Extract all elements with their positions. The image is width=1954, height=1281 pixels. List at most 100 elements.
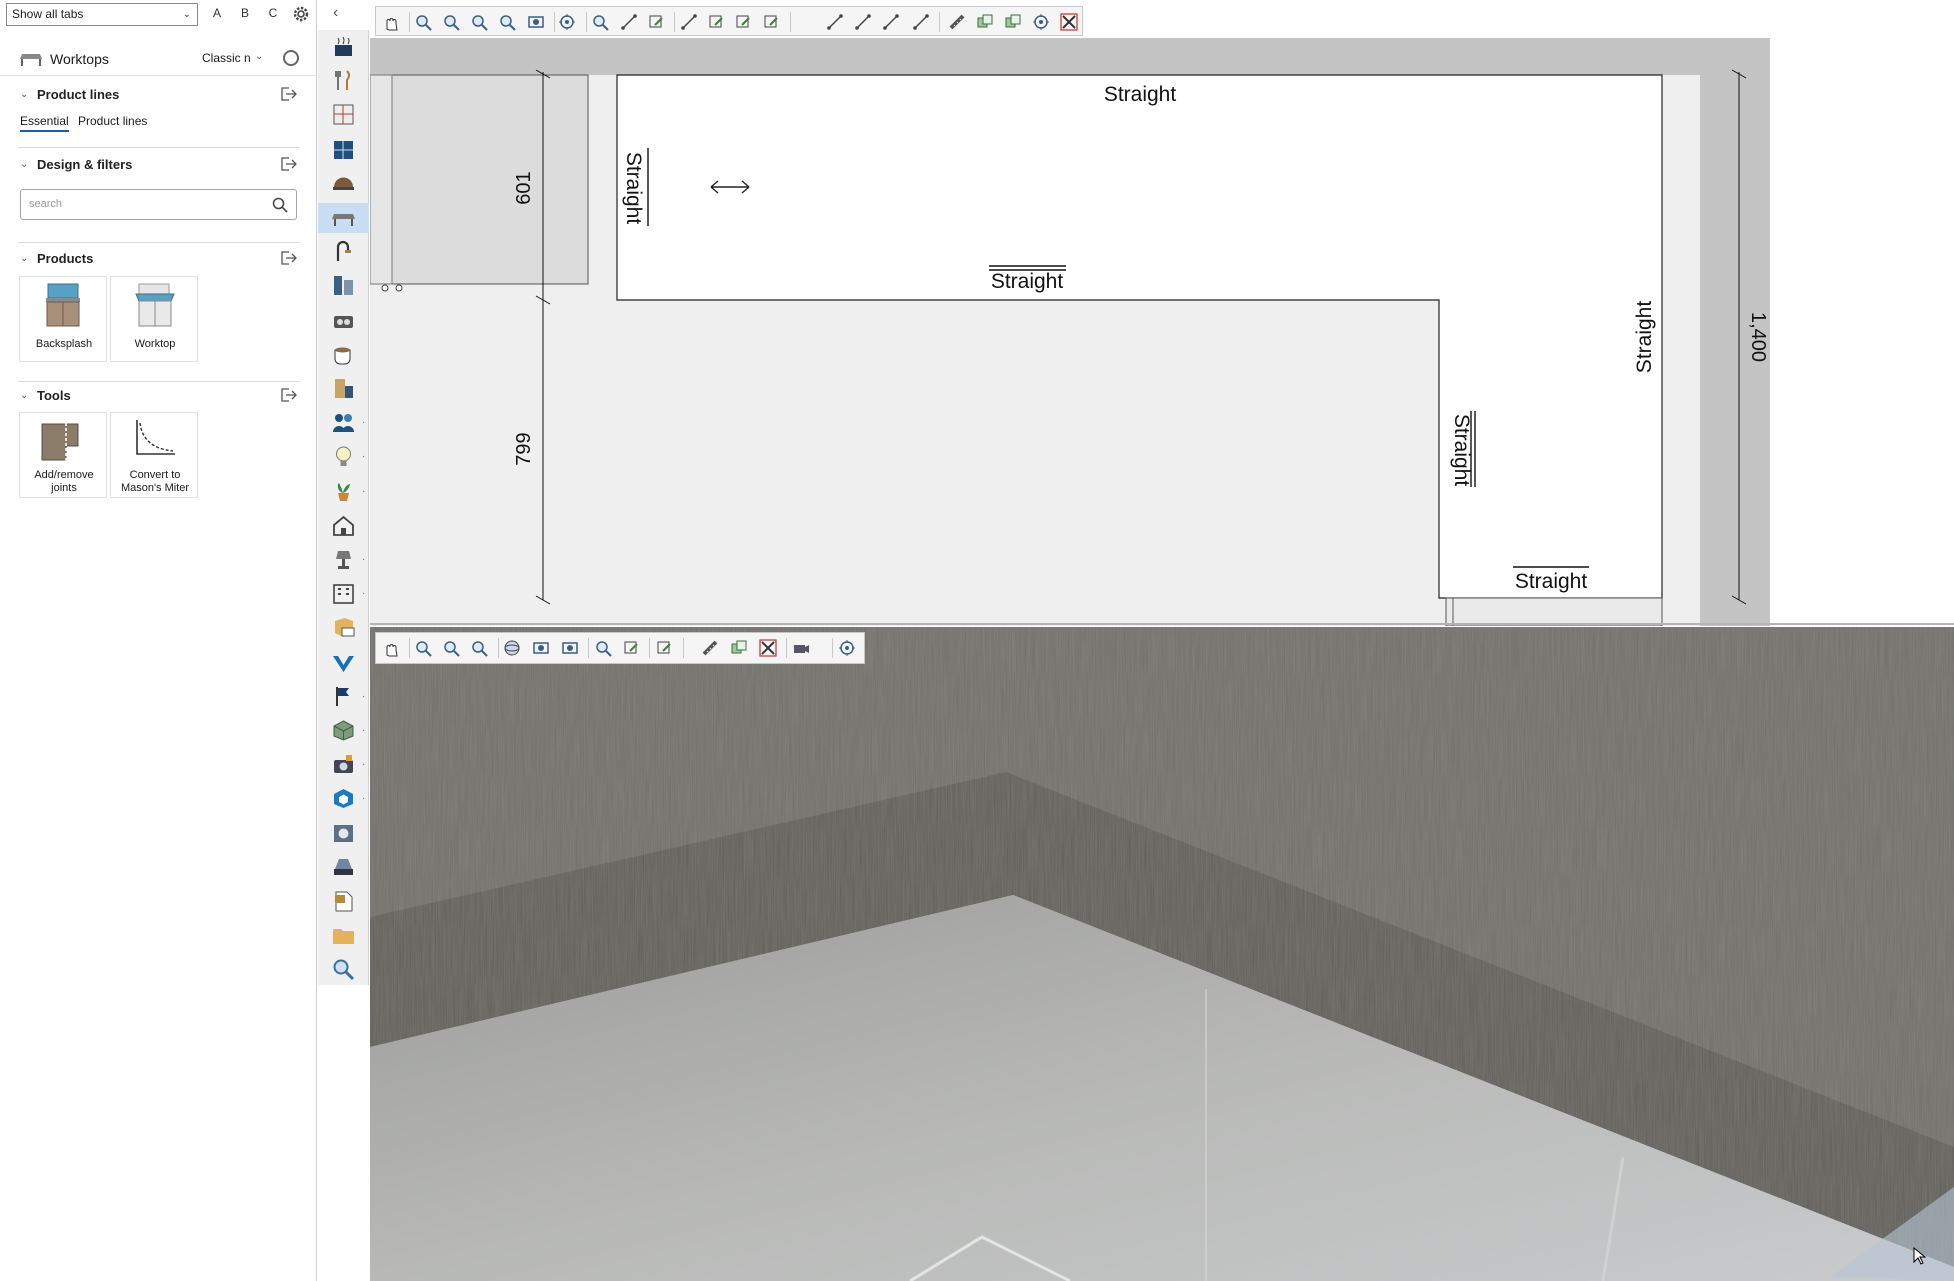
pan-icon[interactable] (382, 13, 400, 31)
gear-icon[interactable] (291, 4, 311, 24)
delete-icon[interactable] (759, 639, 777, 657)
draw-edit-icon[interactable] (734, 13, 752, 31)
zoom-window-icon[interactable] (498, 13, 516, 31)
camera-icon[interactable] (331, 752, 356, 777)
products-title[interactable]: Products (37, 251, 93, 266)
letter-a-button[interactable]: A (209, 6, 225, 20)
dimension-edit-icon[interactable] (655, 639, 673, 657)
lamp-icon[interactable] (331, 547, 356, 572)
tab-essential[interactable]: Essential (20, 114, 69, 132)
edge-label-inner-vertical[interactable]: Straight (1450, 414, 1473, 487)
tool-add-remove-joints[interactable]: Add/remove joints (19, 412, 107, 498)
draw-align-icon[interactable] (762, 13, 780, 31)
sketchup-icon[interactable] (331, 786, 356, 811)
copy-icon[interactable] (730, 639, 748, 657)
pan-icon[interactable] (382, 639, 400, 657)
people-icon[interactable] (331, 410, 356, 435)
zoom-out-icon[interactable] (442, 639, 460, 657)
utensils-icon[interactable] (331, 68, 356, 93)
orbit-icon[interactable] (503, 639, 521, 657)
frame-view-icon[interactable] (527, 13, 545, 31)
chevron-down-icon[interactable]: ⌄ (20, 89, 28, 100)
chevron-down-icon[interactable]: ⌄ (20, 159, 28, 170)
flag-icon[interactable] (331, 684, 356, 709)
measure-extend-icon[interactable] (912, 13, 930, 31)
dimension-1400[interactable]: 1,400 (1747, 312, 1769, 362)
plant-icon[interactable] (331, 479, 356, 504)
zoom-icon[interactable] (414, 639, 432, 657)
tools-title[interactable]: Tools (37, 388, 71, 403)
edge-label-top[interactable]: Straight (1104, 83, 1177, 106)
product-lines-title[interactable]: Product lines (37, 87, 119, 102)
dimension-799[interactable]: 799 (513, 432, 535, 465)
measure-line-icon[interactable] (826, 13, 844, 31)
zoom-icon[interactable] (414, 13, 432, 31)
target-icon[interactable] (283, 50, 299, 66)
cabinet-grid-icon[interactable] (331, 137, 356, 162)
select-edit-icon[interactable] (622, 639, 640, 657)
worktop-icon[interactable] (331, 205, 356, 230)
magnifier-icon[interactable] (331, 957, 356, 982)
search-icon[interactable] (272, 197, 288, 213)
letter-b-button[interactable]: B (237, 6, 253, 20)
pdf-doc-icon[interactable] (331, 889, 356, 914)
tab-product-lines[interactable]: Product lines (78, 114, 147, 128)
detach-icon[interactable] (280, 156, 298, 172)
stove-icon[interactable] (331, 34, 356, 59)
paste-icon[interactable] (1004, 13, 1022, 31)
house-icon[interactable] (331, 513, 356, 538)
ruler-icon[interactable] (701, 639, 719, 657)
dimension-601[interactable]: 601 (513, 171, 535, 204)
plan-view[interactable]: Straight Straight Straight Straight Stra… (370, 0, 1954, 626)
design-filters-title[interactable]: Design & filters (37, 157, 132, 172)
search-input[interactable]: search (20, 189, 297, 220)
tall-cabinet-icon[interactable] (331, 273, 356, 298)
snap-target-icon[interactable] (1032, 13, 1050, 31)
tab-filter-dropdown[interactable]: Show all tabs ⌄ (6, 3, 198, 26)
detach-icon[interactable] (280, 86, 298, 102)
delete-icon[interactable] (1060, 13, 1078, 31)
render-icon[interactable] (331, 821, 356, 846)
center-view-icon[interactable] (558, 13, 576, 31)
detach-icon[interactable] (280, 250, 298, 266)
folder-icon[interactable] (331, 923, 356, 948)
chevron-down-icon[interactable]: ⌄ (20, 390, 28, 401)
sink-bowl-icon[interactable] (331, 171, 356, 196)
wall-panel-icon[interactable] (331, 102, 356, 127)
letter-c-button[interactable]: C (265, 6, 281, 20)
select-zoom-icon[interactable] (594, 639, 612, 657)
ruler-icon[interactable] (948, 13, 966, 31)
detach-icon[interactable] (280, 387, 298, 403)
edge-label-left[interactable]: Straight (622, 152, 645, 225)
coffee-cup-icon[interactable] (331, 342, 356, 367)
cube-icon[interactable] (331, 718, 356, 743)
appliance-icon[interactable] (331, 308, 356, 333)
select-edit-icon[interactable] (647, 13, 665, 31)
edge-label-right[interactable]: Straight (1633, 301, 1656, 374)
camera-icon[interactable] (792, 639, 810, 657)
frame-view-icon[interactable] (532, 639, 550, 657)
zoom-extents-icon[interactable] (470, 639, 488, 657)
faucet-icon[interactable] (331, 239, 356, 264)
select-zoom-icon[interactable] (591, 13, 609, 31)
door-icon[interactable] (331, 376, 356, 401)
mode-dropdown[interactable]: Classic n (202, 51, 251, 65)
dimension-edit-icon[interactable] (707, 13, 725, 31)
zoom-out-icon[interactable] (442, 13, 460, 31)
tool-convert-masons-miter[interactable]: Convert to Mason's Miter (110, 412, 198, 498)
copy-icon[interactable] (976, 13, 994, 31)
light-bulb-icon[interactable] (331, 444, 356, 469)
product-backsplash[interactable]: Backsplash (19, 276, 107, 362)
edge-label-bottom[interactable]: Straight (1515, 570, 1588, 593)
collapse-panel-icon[interactable]: ‹ (333, 4, 338, 22)
building-icon[interactable] (331, 581, 356, 606)
3d-view[interactable] (370, 627, 1954, 1281)
v-logo-icon[interactable] (331, 650, 356, 675)
measure-point-icon[interactable] (882, 13, 900, 31)
pdf-box-icon[interactable] (331, 615, 356, 640)
product-worktop[interactable]: Worktop (110, 276, 198, 362)
print-icon[interactable] (331, 855, 356, 880)
edge-label-inner[interactable]: Straight (991, 270, 1064, 293)
walk-view-icon[interactable] (561, 639, 579, 657)
zoom-extents-icon[interactable] (470, 13, 488, 31)
